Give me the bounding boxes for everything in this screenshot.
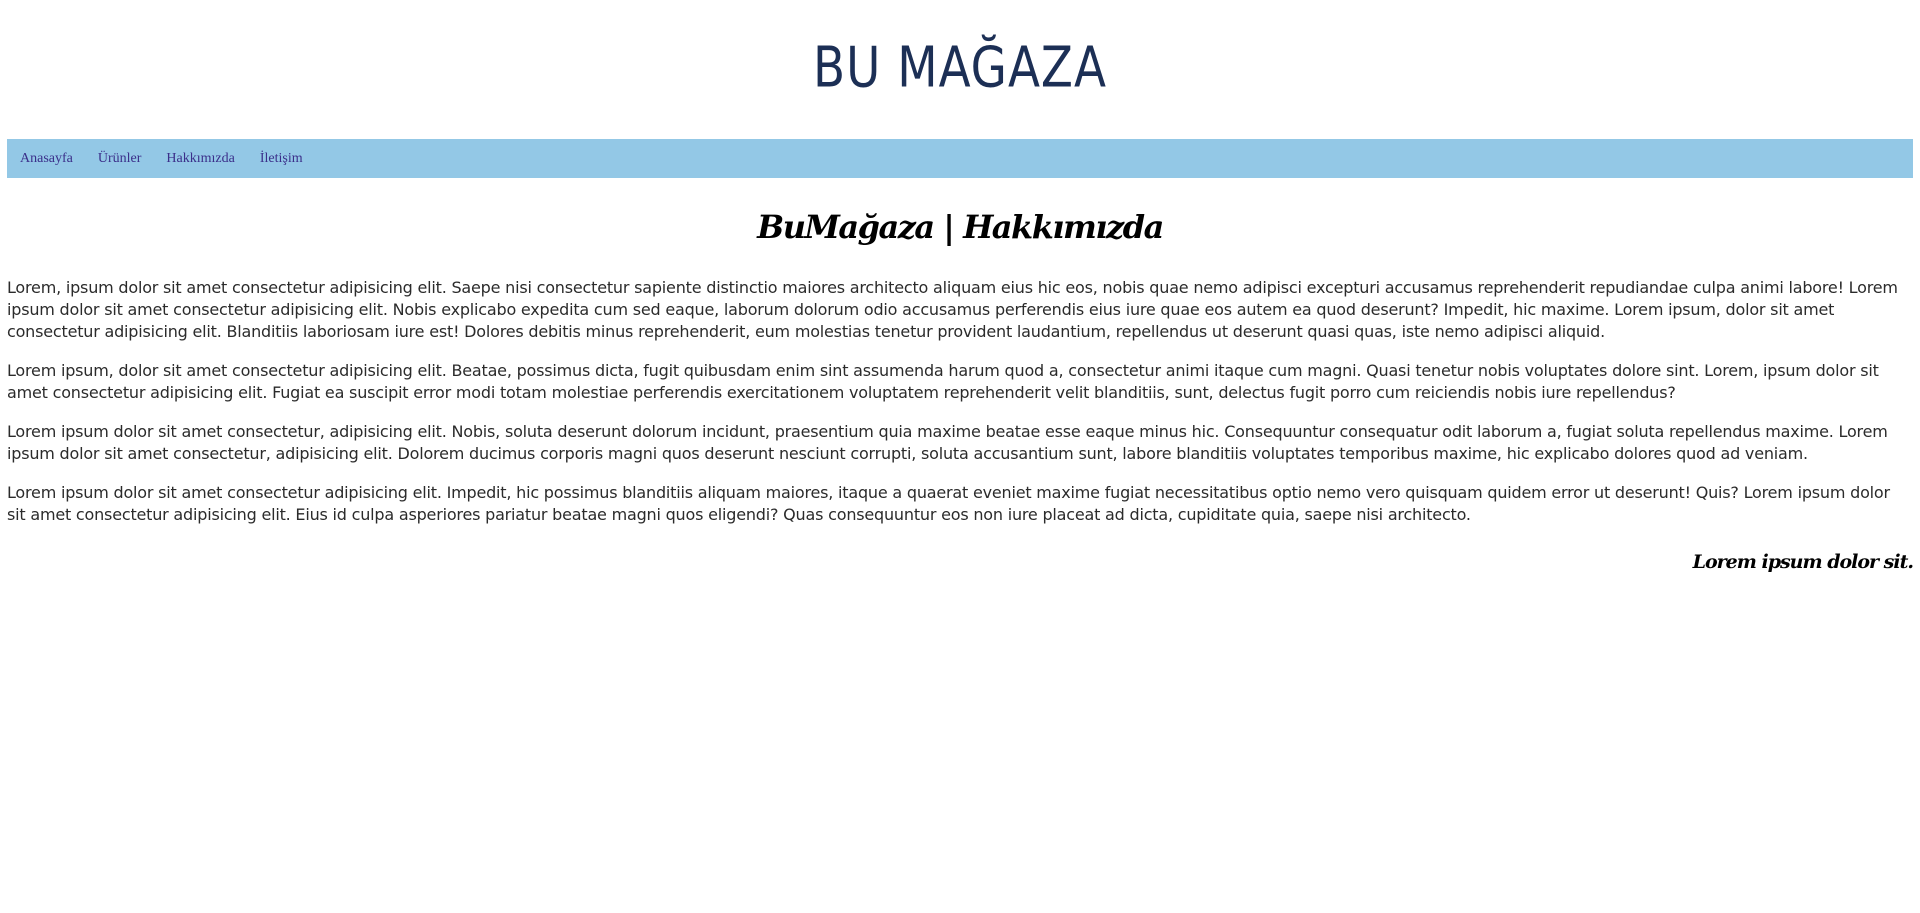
signature-text: Lorem ipsum dolor sit. <box>1692 551 1914 573</box>
about-paragraph-3: Lorem ipsum dolor sit amet consectetur, … <box>7 422 1888 463</box>
nav-link-contact[interactable]: İletişim <box>260 139 303 178</box>
page-title: BuMağaza | Hakkımızda <box>757 208 1164 246</box>
about-content: Lorem, ipsum dolor sit amet consectetur … <box>7 277 1913 543</box>
nav-list: Anasayfa Ürünler Hakkımızda İletişim <box>7 139 1913 178</box>
about-paragraph-1: Lorem, ipsum dolor sit amet consectetur … <box>7 278 1898 341</box>
main-navbar: Anasayfa Ürünler Hakkımızda İletişim <box>7 139 1913 178</box>
about-paragraph-4: Lorem ipsum dolor sit amet consectetur a… <box>7 483 1890 524</box>
nav-link-about[interactable]: Hakkımızda <box>166 139 234 178</box>
store-logo[interactable]: BU MAĞAZA <box>0 33 1920 102</box>
nav-link-home[interactable]: Anasayfa <box>20 139 73 178</box>
nav-link-products[interactable]: Ürünler <box>98 139 142 178</box>
site-header: BU MAĞAZA <box>0 0 1920 138</box>
about-paragraph-2: Lorem ipsum, dolor sit amet consectetur … <box>7 361 1879 402</box>
